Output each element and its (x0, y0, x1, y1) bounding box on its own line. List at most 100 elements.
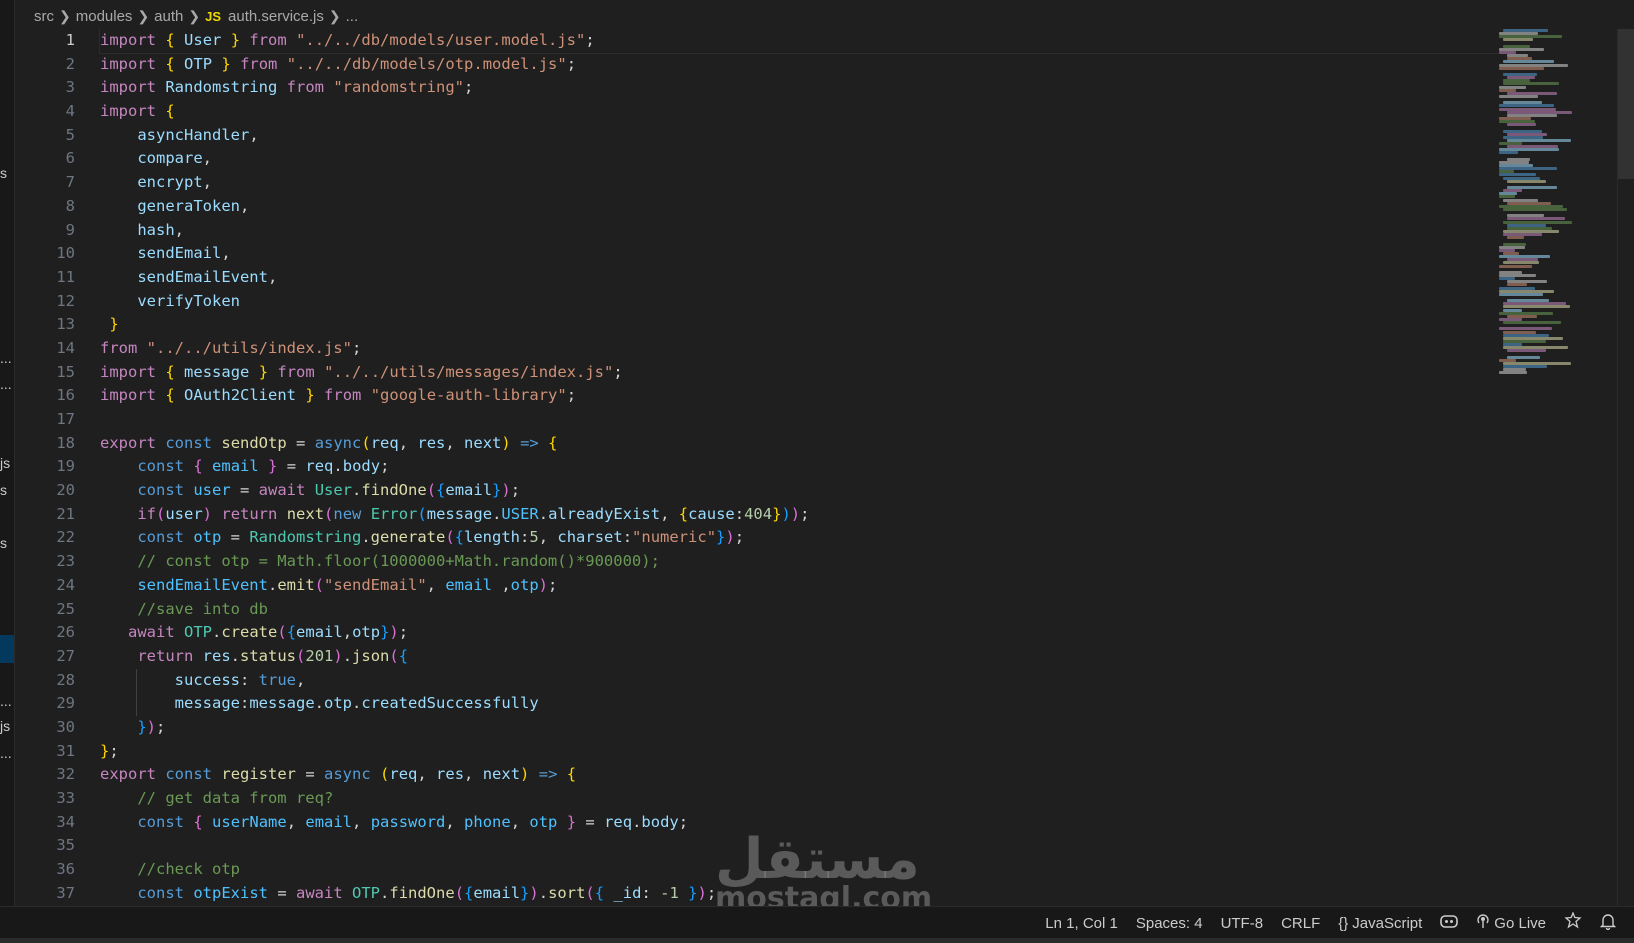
code-line[interactable]: encrypt, (100, 171, 1499, 195)
code-line[interactable]: export const register = async (req, res,… (100, 763, 1499, 787)
sidebar-fragment[interactable]: s (0, 535, 7, 551)
code-line[interactable] (100, 408, 1499, 432)
line-number: 34 (56, 812, 75, 831)
code-line[interactable]: sendEmailEvent, (100, 266, 1499, 290)
window-bottom-edge (0, 938, 1634, 943)
minimap-line (1503, 60, 1554, 64)
line-number: 25 (56, 599, 75, 618)
code-line[interactable]: await OTP.create({email,otp}); (100, 621, 1499, 645)
minimap-line (1503, 261, 1539, 265)
line-number: 32 (56, 765, 75, 784)
copilot-button[interactable] (1431, 907, 1467, 939)
line-number: 17 (56, 410, 75, 428)
code-line[interactable]: import { User } from "../../db/models/us… (99, 29, 1499, 54)
sidebar-fragment[interactable]: ... (0, 745, 12, 761)
code-editor[interactable]: 1 2 3 4 5 6 7 8 9 10 11 12 13 14 15 16 17 18 19 20 21 22 23 24 2… (15, 29, 1499, 906)
vertical-scrollbar[interactable] (1617, 29, 1634, 906)
chevron-right-icon: ❯ (137, 7, 150, 24)
code-line[interactable]: if(user) return next(new Error(message.U… (100, 503, 1499, 527)
indent-guide (136, 692, 138, 716)
go-live-button[interactable]: Go Live (1467, 907, 1555, 939)
code-line[interactable]: const { email } = req.body; (100, 455, 1499, 479)
cursor-position[interactable]: Ln 1, Col 1 (1036, 907, 1127, 939)
code-line[interactable]: //check otp (100, 858, 1499, 882)
code-line[interactable]: const otp = Randomstring.generate({lengt… (100, 526, 1499, 550)
code-line[interactable]: success: true, (100, 668, 1499, 693)
notifications-button[interactable] (1591, 907, 1634, 939)
line-number: 19 (56, 457, 75, 476)
line-number: 13 (56, 315, 75, 334)
minimap-line (1499, 151, 1518, 155)
code-line[interactable]: import { (100, 100, 1499, 124)
eol-setting[interactable]: CRLF (1272, 907, 1329, 939)
breadcrumb-item-auth[interactable]: auth (154, 8, 183, 25)
line-number: 23 (56, 552, 75, 571)
language-mode[interactable]: {} JavaScript (1329, 907, 1431, 939)
code-line[interactable] (100, 834, 1499, 858)
encoding-setting[interactable]: UTF-8 (1212, 907, 1273, 939)
minimap-line (1507, 179, 1546, 183)
code-line[interactable]: sendEmail, (100, 242, 1499, 266)
braces-icon: {} (1338, 914, 1349, 932)
code-line[interactable]: asyncHandler, (100, 124, 1499, 148)
line-number: 33 (56, 789, 75, 807)
sidebar-fragment[interactable]: js (0, 455, 10, 471)
code-line[interactable]: generaToken, (100, 195, 1499, 219)
breadcrumb-item-modules[interactable]: modules (76, 8, 133, 25)
code-line[interactable]: // get data from req? (100, 787, 1499, 811)
sidebar-fragment[interactable]: ... (0, 376, 12, 392)
chevron-right-icon: ❯ (188, 7, 201, 24)
sidebar-fragment[interactable]: ... (0, 693, 12, 709)
sidebar-fragment[interactable]: s (0, 482, 7, 498)
minimap-line (1503, 305, 1570, 309)
breadcrumb-symbol-ellipsis[interactable]: ... (346, 8, 359, 25)
code-line[interactable]: export const sendOtp = async(req, res, n… (100, 432, 1499, 456)
code-line[interactable]: import { OTP } from "../../db/models/otp… (100, 53, 1499, 77)
code-line[interactable]: const otpExist = await OTP.findOne({emai… (100, 882, 1499, 906)
minimap-line (1499, 104, 1554, 108)
line-number: 21 (56, 504, 75, 523)
code-line[interactable]: import Randomstring from "randomstring"; (100, 76, 1499, 100)
code-line[interactable]: sendEmailEvent.emit("sendEmail", email ,… (100, 574, 1499, 598)
code-line[interactable]: }; (100, 740, 1499, 764)
minimap-line (1507, 217, 1565, 221)
minimap-line (1499, 371, 1527, 375)
extension-status-button[interactable] (1555, 907, 1591, 939)
line-number: 18 (56, 433, 75, 452)
line-number: 3 (65, 78, 75, 97)
code-line[interactable]: // const otp = Math.floor(1000000+Math.r… (100, 550, 1499, 574)
line-number: 5 (65, 125, 75, 144)
chevron-right-icon: ❯ (59, 7, 71, 24)
minimap-line (1503, 208, 1567, 212)
breadcrumb-item-src[interactable]: src (34, 8, 54, 25)
code-line[interactable]: const { userName, email, password, phone… (100, 811, 1499, 835)
line-number: 28 (56, 670, 75, 689)
line-number: 12 (56, 291, 75, 310)
code-line[interactable]: verifyToken (100, 290, 1499, 314)
line-number: 31 (56, 741, 75, 760)
javascript-file-icon: JS (205, 8, 222, 24)
code-line[interactable]: const user = await User.findOne({email})… (100, 479, 1499, 503)
code-area[interactable]: import { User } from "../../db/models/us… (99, 29, 1499, 906)
scrollbar-thumb[interactable] (1618, 29, 1634, 179)
go-live-label: Go Live (1494, 914, 1546, 932)
minimap[interactable] (1499, 29, 1599, 389)
sidebar-fragment[interactable]: ... (0, 350, 12, 366)
sidebar-fragment[interactable]: js (0, 718, 10, 734)
code-line[interactable]: }); (100, 716, 1499, 740)
code-line[interactable]: import { OAuth2Client } from "google-aut… (100, 384, 1499, 408)
breadcrumb-item-file[interactable]: auth.service.js (228, 8, 324, 25)
code-line[interactable]: from "../../utils/index.js"; (100, 337, 1499, 361)
explorer-sidebar-clipped[interactable]: s ... ... js s s ... js ... (0, 0, 15, 910)
code-line[interactable]: import { message } from "../../utils/mes… (100, 361, 1499, 385)
code-line[interactable]: return res.status(201).json({ (100, 645, 1499, 669)
code-line[interactable]: message:message.otp.createdSuccessfully (100, 692, 1499, 716)
sidebar-selected-item[interactable] (0, 635, 14, 663)
sidebar-fragment[interactable]: s (0, 165, 7, 181)
code-line[interactable]: hash, (100, 219, 1499, 243)
code-line[interactable]: } (100, 313, 1499, 337)
bell-icon (1599, 912, 1617, 934)
code-line[interactable]: //save into db (100, 598, 1499, 622)
code-line[interactable]: compare, (100, 147, 1499, 171)
indentation-setting[interactable]: Spaces: 4 (1127, 907, 1212, 939)
